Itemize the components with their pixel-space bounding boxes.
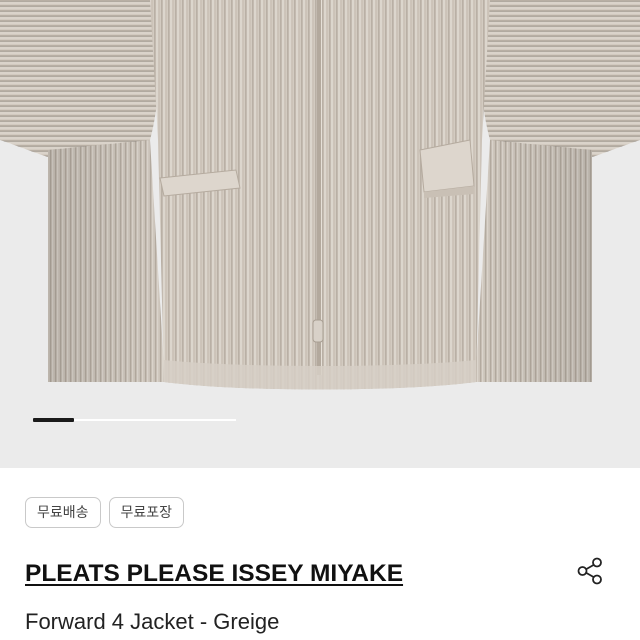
badge-list: 무료배송 무료포장	[25, 497, 185, 528]
share-button[interactable]	[573, 554, 607, 588]
product-detail-page: 무료배송 무료포장 PLEATS PLEASE ISSEY MIYAKE For…	[0, 0, 640, 640]
brand-link[interactable]: PLEATS PLEASE ISSEY MIYAKE	[25, 559, 403, 589]
product-image	[0, 0, 640, 390]
carousel-progress-indicator	[33, 418, 74, 422]
product-image-carousel[interactable]	[0, 0, 640, 468]
product-name: Forward 4 Jacket - Greige	[25, 609, 280, 634]
share-icon	[577, 557, 602, 585]
carousel-progress-track	[33, 418, 236, 422]
free-wrapping-badge: 무료포장	[108, 497, 185, 528]
free-shipping-badge: 무료배송	[25, 497, 101, 528]
